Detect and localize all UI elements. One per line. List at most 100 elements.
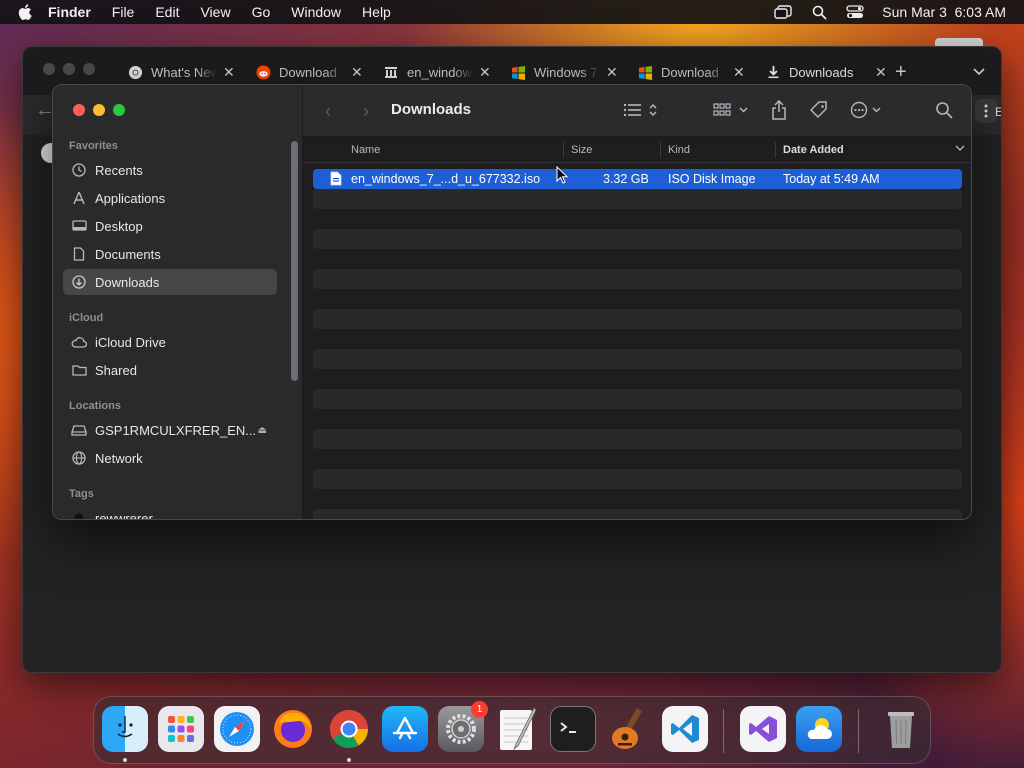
file-size: 3.32 GB: [603, 172, 649, 186]
column-date-added[interactable]: Date Added: [783, 144, 844, 156]
sidebar-item-recents[interactable]: Recents: [63, 157, 277, 183]
file-date-added: Today at 5:49 AM: [783, 172, 880, 186]
tab-label: Downloads: [789, 64, 854, 80]
menu-edit[interactable]: Edit: [155, 4, 179, 20]
menu-file[interactable]: File: [112, 4, 135, 20]
new-tab-icon[interactable]: +: [895, 61, 907, 84]
sidebar-section-favorites: Favorites: [69, 140, 118, 152]
notification-badge: 1: [471, 701, 488, 718]
column-kind[interactable]: Kind: [668, 144, 690, 156]
browser-tab[interactable]: Download ✕: [637, 59, 745, 85]
sidebar-item-tag[interactable]: rewwrerer: [63, 505, 277, 519]
sidebar-item-label: iCloud Drive: [95, 334, 166, 350]
zoom-window-button[interactable]: [113, 104, 125, 116]
dock-safari-icon[interactable]: [214, 706, 260, 752]
column-header: Name Size Kind Date Added: [303, 137, 971, 163]
finder-sidebar: Favorites Recents Applications Desktop D…: [53, 85, 303, 519]
tab-label: What's New: [151, 64, 217, 80]
forward-chevron-icon[interactable]: ›: [363, 101, 369, 122]
finder-toolbar: ‹ › Downloads: [303, 85, 971, 137]
running-indicator: [123, 758, 127, 762]
menu-finder[interactable]: Finder: [48, 4, 91, 20]
search-icon[interactable]: [935, 99, 953, 121]
close-tab-icon[interactable]: ✕: [875, 64, 887, 81]
browser-menu-icon[interactable]: [975, 99, 997, 123]
stage-manager-icon[interactable]: [774, 4, 792, 20]
dock-app-store-icon[interactable]: [382, 706, 428, 752]
empty-row: [313, 429, 962, 449]
sidebar-section-icloud: iCloud: [69, 312, 104, 324]
dock-weather-icon[interactable]: [796, 706, 842, 752]
browser-tab[interactable]: en_windows ✕: [383, 59, 491, 85]
tab-search-chevron-icon[interactable]: [973, 63, 985, 81]
sidebar-item-desktop[interactable]: Desktop: [63, 213, 277, 239]
column-divider[interactable]: [660, 142, 661, 158]
sidebar-item-label: Documents: [95, 246, 161, 262]
dock-trash-icon[interactable]: [878, 706, 924, 752]
sidebar-scrollbar[interactable]: [291, 141, 298, 381]
sidebar-item-shared[interactable]: Shared: [63, 357, 277, 383]
menu-go[interactable]: Go: [252, 4, 271, 20]
back-chevron-icon[interactable]: ‹: [325, 101, 331, 122]
browser-tab[interactable]: What's New ✕: [127, 59, 235, 85]
close-window-button[interactable]: [73, 104, 85, 116]
dock-firefox-icon[interactable]: [270, 706, 316, 752]
dock-garageband-icon[interactable]: [606, 706, 652, 752]
column-divider[interactable]: [563, 142, 564, 158]
sidebar-item-network[interactable]: Network: [63, 445, 277, 471]
dock-textedit-icon[interactable]: [494, 706, 540, 752]
file-name: en_windows_7_...d_u_677332.iso: [351, 172, 541, 186]
download-icon: [765, 64, 781, 80]
menu-view[interactable]: View: [200, 4, 230, 20]
dock-launchpad-icon[interactable]: [158, 706, 204, 752]
download-circle-icon: [71, 274, 87, 290]
browser-tab-active[interactable]: Downloads ✕: [765, 59, 887, 85]
sidebar-item-label: GSP1RMCULXFRER_EN...: [95, 422, 257, 438]
share-icon[interactable]: [771, 99, 787, 121]
sidebar-item-icloud-drive[interactable]: iCloud Drive: [63, 329, 277, 355]
column-name[interactable]: Name: [351, 144, 380, 156]
more-actions-icon[interactable]: [850, 99, 884, 121]
dock-visual-studio-icon[interactable]: [740, 706, 786, 752]
dock-terminal-icon[interactable]: [550, 706, 596, 752]
menu-window[interactable]: Window: [291, 4, 341, 20]
close-tab-icon[interactable]: ✕: [606, 64, 618, 81]
close-tab-icon[interactable]: ✕: [733, 64, 745, 81]
sidebar-item-documents[interactable]: Documents: [63, 241, 277, 267]
group-by-icon[interactable]: [713, 99, 751, 121]
reddit-icon: [255, 64, 271, 80]
dock-system-settings-icon[interactable]: 1: [438, 701, 488, 752]
sidebar-item-disk[interactable]: GSP1RMCULXFRER_EN... ⏏: [63, 417, 277, 443]
close-tab-icon[interactable]: ✕: [223, 64, 235, 81]
tab-label: en_windows: [407, 64, 473, 80]
apple-logo-icon[interactable]: [18, 4, 34, 20]
column-size[interactable]: Size: [571, 144, 592, 156]
close-tab-icon[interactable]: ✕: [479, 64, 491, 81]
control-center-icon[interactable]: [846, 4, 864, 20]
dock-vscode-icon[interactable]: [662, 706, 708, 752]
menu-help[interactable]: Help: [362, 4, 391, 20]
sort-chevron-icon[interactable]: [955, 143, 965, 155]
browser-tab[interactable]: Download ✕: [255, 59, 363, 85]
dock-chrome-icon[interactable]: [326, 706, 372, 752]
sidebar-item-applications[interactable]: Applications: [63, 185, 277, 211]
list-view-icon[interactable]: [623, 99, 661, 121]
file-row[interactable]: en_windows_7_...d_u_677332.iso 3.32 GB I…: [313, 169, 962, 189]
sidebar-item-label: Network: [95, 450, 143, 466]
clock-datetime[interactable]: Sun Mar 3 6:03 AM: [882, 4, 1006, 20]
dock: 1: [93, 696, 931, 764]
minimize-window-button[interactable]: [93, 104, 105, 116]
spotlight-search-icon[interactable]: [810, 4, 828, 20]
browser-tab[interactable]: Windows 7 ✕: [510, 59, 618, 85]
tag-icon[interactable]: [809, 99, 829, 121]
shared-folder-icon: [71, 362, 87, 378]
dock-finder-icon[interactable]: [102, 706, 148, 752]
empty-row: [313, 469, 962, 489]
archive-icon: [383, 64, 399, 80]
column-divider[interactable]: [775, 142, 776, 158]
close-tab-icon[interactable]: ✕: [351, 64, 363, 81]
empty-row: [313, 209, 962, 229]
browser-traffic-lights: [43, 63, 95, 75]
sidebar-item-downloads[interactable]: Downloads: [63, 269, 277, 295]
eject-icon[interactable]: ⏏: [258, 425, 267, 436]
